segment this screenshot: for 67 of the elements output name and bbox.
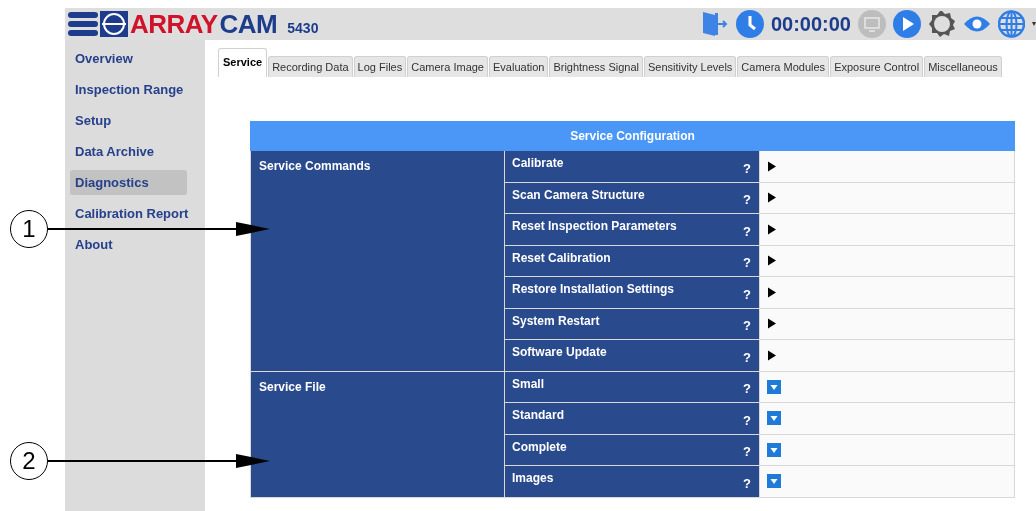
play-icon[interactable]	[767, 160, 777, 172]
help-link[interactable]: ?	[743, 318, 751, 334]
help-link[interactable]: ?	[743, 223, 751, 239]
logo-text: ARRAY	[130, 8, 218, 40]
tab[interactable]: Exposure Control	[830, 56, 924, 77]
model-number: 5430	[287, 20, 319, 36]
row-label: Software Update	[512, 345, 607, 360]
help-link[interactable]: ?	[743, 286, 751, 302]
sidebar-item[interactable]: Inspection Range	[70, 77, 187, 102]
help-link[interactable]: ?	[743, 160, 751, 176]
tab[interactable]: Camera Modules	[737, 56, 830, 77]
sidebar-item[interactable]: Calibration Report	[70, 201, 187, 226]
timer-text: 00:00:00	[770, 12, 851, 36]
row-label: System Restart	[512, 313, 600, 328]
sidebar-item[interactable]: About	[70, 232, 187, 257]
tab[interactable]: Service	[218, 48, 268, 77]
play-icon[interactable]	[767, 192, 777, 204]
clock-icon[interactable]	[735, 10, 764, 38]
tab[interactable]: Brightness Signal	[549, 56, 643, 77]
row-label: Reset Calibration	[512, 250, 611, 265]
sidebar-item[interactable]: Overview	[70, 46, 187, 71]
help-link[interactable]: ?	[743, 381, 751, 397]
help-link[interactable]: ?	[743, 255, 751, 271]
play-icon[interactable]	[767, 318, 777, 330]
row-label: Standard	[512, 408, 564, 423]
group-cell: Service Commands	[250, 151, 505, 372]
globe-icon[interactable]	[998, 10, 1025, 38]
sidebar-item[interactable]: Setup	[70, 108, 187, 133]
menu-icon[interactable]	[68, 11, 98, 37]
play-icon[interactable]	[767, 255, 777, 267]
help-link[interactable]: ?	[743, 412, 751, 428]
tab[interactable]: Recording Data	[268, 56, 353, 77]
sidebar-item[interactable]: Data Archive	[70, 139, 187, 164]
help-link[interactable]: ?	[743, 475, 751, 491]
row-label: Complete	[512, 439, 567, 454]
tab[interactable]: Log Files	[353, 56, 407, 77]
dropdown-icon[interactable]	[767, 379, 781, 394]
exit-door-icon[interactable]	[700, 11, 729, 37]
row-label: Calibrate	[512, 156, 564, 171]
help-link[interactable]: ?	[743, 349, 751, 365]
logo-text: CAM	[219, 8, 278, 40]
row-label: Small	[512, 376, 544, 391]
play-icon[interactable]	[767, 223, 777, 235]
tab[interactable]: Camera Image	[407, 56, 488, 77]
settings-icon[interactable]	[928, 10, 956, 38]
tab[interactable]: Sensitivity Levels	[644, 56, 737, 77]
play-icon[interactable]	[767, 349, 777, 361]
logo-icon	[100, 11, 128, 37]
callout-number: 1	[10, 210, 48, 248]
sidebar-item[interactable]: Diagnostics	[70, 170, 187, 195]
tab[interactable]: Evaluation	[489, 56, 549, 77]
dropdown-icon[interactable]	[767, 411, 781, 426]
play-icon[interactable]	[767, 286, 777, 298]
row-label: Images	[512, 471, 554, 486]
group-cell: Service File	[250, 371, 505, 498]
help-link[interactable]: ?	[743, 444, 751, 460]
callout-number: 2	[10, 442, 48, 480]
eye-icon[interactable]	[963, 15, 991, 33]
dropdown-icon[interactable]	[767, 442, 781, 457]
table-title: Service Configuration	[250, 121, 1015, 151]
help-link[interactable]: ?	[743, 192, 751, 208]
caret-icon[interactable]	[1032, 21, 1036, 27]
row-label: Restore Installation Settings	[512, 282, 675, 297]
tab[interactable]: Miscellaneous	[924, 56, 1002, 77]
row-label: Reset Inspection Parameters	[512, 219, 677, 234]
row-label: Scan Camera Structure	[512, 187, 645, 202]
dropdown-icon[interactable]	[767, 474, 781, 489]
